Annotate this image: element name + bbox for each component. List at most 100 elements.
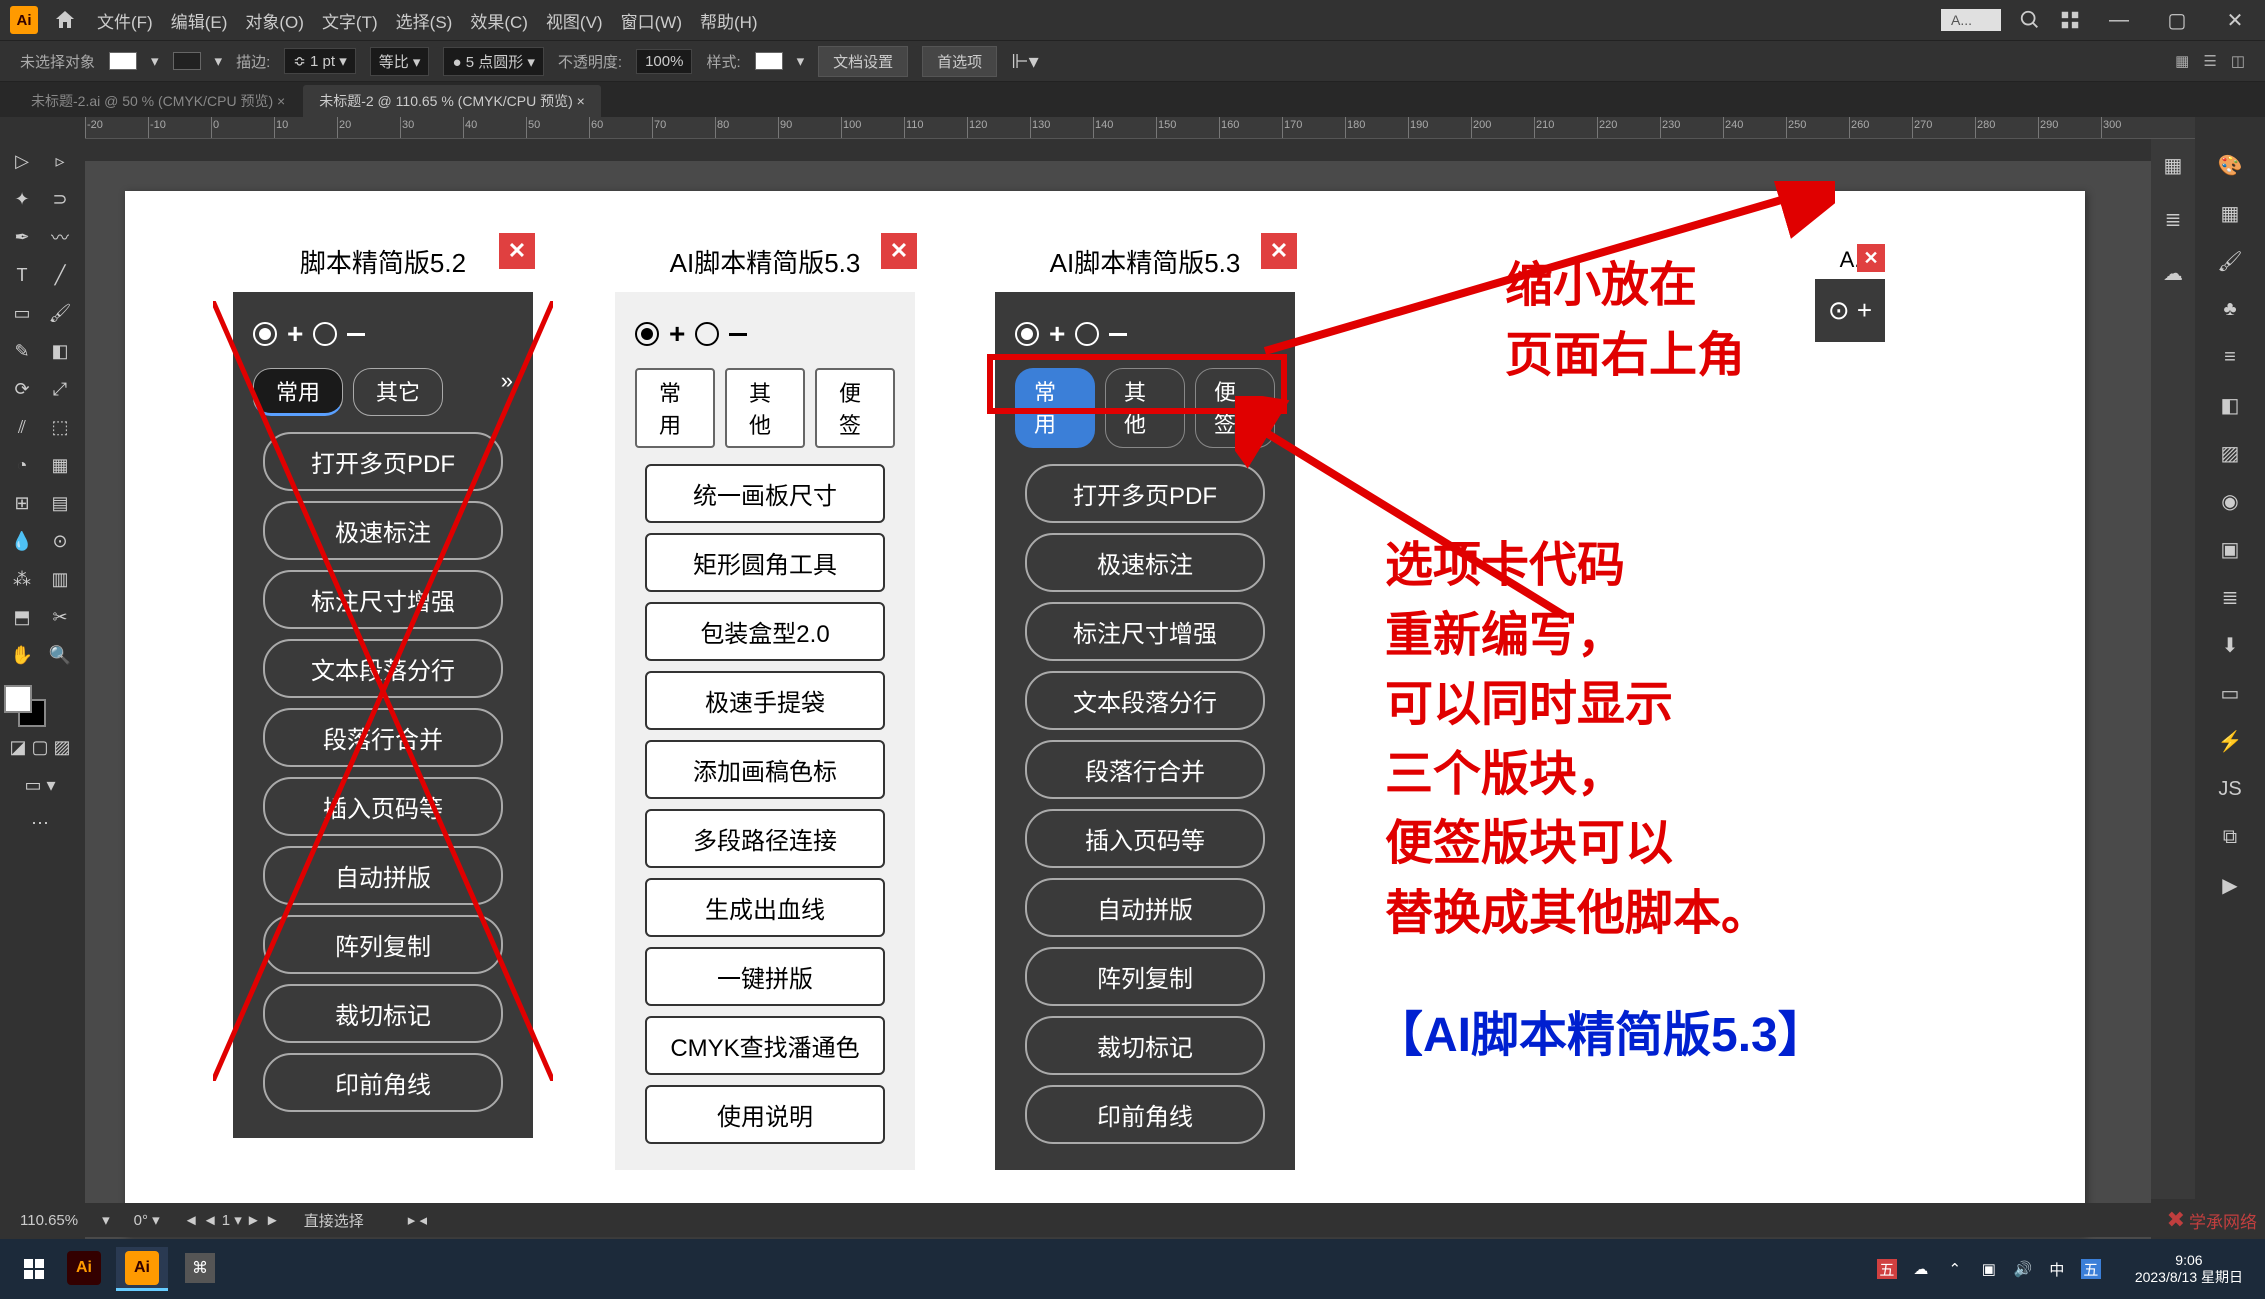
menu-edit[interactable]: 编辑(E) (171, 8, 228, 33)
script-button[interactable]: 添加画稿色标 (645, 740, 885, 799)
color-mode-icon[interactable]: ◪ ▢ ▨ (4, 729, 76, 765)
list-icon[interactable]: ☰ (2203, 52, 2216, 70)
artboards-icon[interactable]: ▭ (2210, 673, 2250, 713)
stroke-panel-icon[interactable]: ≡ (2210, 337, 2250, 377)
stroke-width-input[interactable]: ≎ 1 pt ▾ (284, 48, 355, 74)
rotate-indicator[interactable]: 0° ▾ (134, 1211, 160, 1229)
appearance-icon[interactable]: ◉ (2210, 481, 2250, 521)
libraries-icon[interactable]: ☁ (2153, 253, 2193, 293)
symbol-sprayer-tool[interactable]: ⁂ (4, 561, 40, 597)
eyedropper-tool[interactable]: 💧 (4, 523, 40, 559)
paintbrush-tool[interactable]: 🖌 (42, 295, 78, 331)
radio-on-icon[interactable] (1015, 322, 1039, 346)
magic-wand-tool[interactable]: ✦ (4, 181, 40, 217)
mesh-tool[interactable]: ⊞ (4, 485, 40, 521)
topbar-search-input[interactable]: A... (1941, 9, 2001, 31)
actions-icon[interactable]: ⚡ (2210, 721, 2250, 761)
clock[interactable]: 9:06 2023/8/13 星期日 (2135, 1252, 2243, 1286)
search-icon[interactable] (2019, 9, 2041, 31)
artboard-tool[interactable]: ⬒ (4, 599, 40, 635)
doc-tab-2[interactable]: 未标题-2 @ 110.65 % (CMYK/CPU 预览) × (303, 85, 601, 117)
canvas[interactable]: 脚本精简版5.2 ✕ + 常用 其它 » 打开多页PDF极速标注标注尺寸增强文本… (85, 161, 2151, 1239)
script-button[interactable]: 裁切标记 (1025, 1016, 1265, 1075)
script-button[interactable]: 自动拼版 (263, 846, 503, 905)
tab-common[interactable]: 常用 (253, 368, 343, 416)
close-icon[interactable]: ✕ (881, 233, 917, 269)
radio-on-icon[interactable] (635, 322, 659, 346)
taskbar-app-other[interactable]: ⌘ (174, 1247, 226, 1291)
panel-icon[interactable]: ◫ (2231, 52, 2245, 70)
brush-select[interactable]: ● 5 点圆形 ▾ (443, 47, 543, 76)
ime-icon[interactable]: 中 (2047, 1259, 2067, 1279)
script-button[interactable]: 打开多页PDF (1025, 464, 1265, 523)
start-button[interactable] (10, 1245, 58, 1293)
arrange-icon[interactable] (2059, 9, 2081, 31)
rotate-tool[interactable]: ⟳ (4, 371, 40, 407)
curvature-tool[interactable]: 〰 (42, 219, 78, 255)
script-button[interactable]: 印前角线 (263, 1053, 503, 1112)
doc-tab-1[interactable]: 未标题-2.ai @ 50 % (CMYK/CPU 预览) × (15, 85, 301, 117)
fill-swatch[interactable] (109, 52, 137, 70)
stroke-swatch[interactable] (173, 52, 201, 70)
shaper-tool[interactable]: ✎ (4, 333, 40, 369)
opacity-input[interactable]: 100% (636, 49, 692, 74)
rectangle-tool[interactable]: ▭ (4, 295, 40, 331)
menu-file[interactable]: 文件(F) (97, 8, 153, 33)
home-icon[interactable] (53, 8, 77, 32)
graphic-styles-icon[interactable]: ▣ (2210, 529, 2250, 569)
radio-off-icon[interactable] (313, 322, 337, 346)
style-swatch[interactable] (755, 52, 783, 70)
tab-common[interactable]: 常用 (635, 368, 715, 448)
eraser-tool[interactable]: ◧ (42, 333, 78, 369)
layers-panel-icon[interactable]: ≣ (2210, 577, 2250, 617)
direct-selection-tool[interactable]: ▹ (42, 143, 78, 179)
menu-effect[interactable]: 效果(C) (470, 8, 528, 33)
script-button[interactable]: 段落行合并 (263, 708, 503, 767)
graph-tool[interactable]: ▥ (42, 561, 78, 597)
volume-icon[interactable]: 🔊 (2013, 1259, 2033, 1279)
script-button[interactable]: 段落行合并 (1025, 740, 1265, 799)
perspective-tool[interactable]: ▦ (42, 447, 78, 483)
type-tool[interactable]: T (4, 257, 40, 293)
script-button[interactable]: 印前角线 (1025, 1085, 1265, 1144)
docset-button[interactable]: 文档设置 (818, 46, 908, 77)
minimize-button[interactable]: — (2099, 9, 2139, 32)
script-button[interactable]: 生成出血线 (645, 878, 885, 937)
script-button[interactable]: 极速手提袋 (645, 671, 885, 730)
taskbar-app-ai-1[interactable]: Ai (58, 1247, 110, 1291)
screen-mode-icon[interactable]: ▭ ▾ (4, 767, 76, 803)
slice-tool[interactable]: ✂ (42, 599, 78, 635)
script-button[interactable]: 极速标注 (263, 501, 503, 560)
layers-icon[interactable]: ≣ (2153, 199, 2193, 239)
tray-icon[interactable]: 五 (2081, 1259, 2101, 1279)
lasso-tool[interactable]: ⊃ (42, 181, 78, 217)
script-button[interactable]: 打开多页PDF (263, 432, 503, 491)
gradient-panel-icon[interactable]: ◧ (2210, 385, 2250, 425)
align-icon[interactable]: ⊩▾ (1011, 49, 1038, 74)
fill-color[interactable] (4, 685, 32, 713)
close-icon[interactable]: ✕ (1261, 233, 1297, 269)
script-button[interactable]: 文本段落分行 (263, 639, 503, 698)
width-tool[interactable]: ⫽ (4, 409, 40, 445)
artboard-nav[interactable]: ◄ ◄ 1 ▾ ► ► (184, 1211, 280, 1229)
swatches-icon[interactable]: ▦ (2210, 193, 2250, 233)
script-button[interactable]: 阵列复制 (1025, 947, 1265, 1006)
gradient-tool[interactable]: ▤ (42, 485, 78, 521)
grid-icon[interactable]: ▦ (2175, 52, 2189, 70)
script-button[interactable]: 文本段落分行 (1025, 671, 1265, 730)
close-icon[interactable]: ✕ (499, 233, 535, 269)
tray-icon[interactable]: ⌃ (1945, 1259, 1965, 1279)
tab-notes[interactable]: 便签 (815, 368, 895, 448)
script-button[interactable]: 自动拼版 (1025, 878, 1265, 937)
script-icon[interactable]: JS (2210, 769, 2250, 809)
menu-view[interactable]: 视图(V) (546, 8, 603, 33)
script-button[interactable]: CMYK查找潘通色 (645, 1016, 885, 1075)
script-button[interactable]: 矩形圆角工具 (645, 533, 885, 592)
properties-icon[interactable]: ▦ (2153, 145, 2193, 185)
script-button[interactable]: 包装盒型2.0 (645, 602, 885, 661)
scale-tool[interactable]: ⤢ (42, 371, 78, 407)
script-button[interactable]: 标注尺寸增强 (263, 570, 503, 629)
zoom-tool[interactable]: 🔍 (42, 637, 78, 673)
tray-icon[interactable]: ☁ (1911, 1259, 1931, 1279)
radio-on-icon[interactable] (253, 322, 277, 346)
